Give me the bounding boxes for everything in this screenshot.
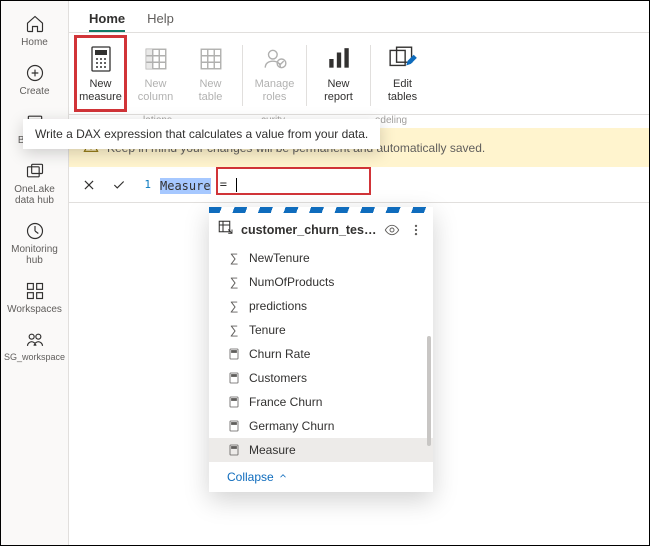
calculator-icon xyxy=(227,419,241,433)
sidebar-item-create[interactable]: Create xyxy=(7,56,63,105)
tooltip: Write a DAX expression that calculates a… xyxy=(23,119,380,149)
table-name: customer_churn_test_... xyxy=(241,223,377,237)
new-table-button: New table xyxy=(183,37,238,114)
sidebar-item-onelake[interactable]: OneLake data hub xyxy=(7,154,63,214)
tab-home[interactable]: Home xyxy=(89,11,125,32)
confirm-formula-button[interactable] xyxy=(107,173,131,197)
formula-input: Measure = xyxy=(159,175,240,193)
ribbon-label: New table xyxy=(199,78,223,103)
edit-tables-button[interactable]: Edit tables xyxy=(375,37,430,114)
line-number: 1 xyxy=(137,178,151,191)
edit-tables-icon xyxy=(387,43,419,75)
onelake-icon xyxy=(24,160,46,182)
calculator-icon xyxy=(227,443,241,457)
fields-card: customer_churn_test_... ∑NewTenure ∑NumO… xyxy=(209,207,433,492)
calculator-icon xyxy=(227,395,241,409)
field-item[interactable]: ∑Tenure xyxy=(209,318,433,342)
plus-circle-icon xyxy=(24,62,46,84)
ribbon-label: Edit tables xyxy=(388,78,417,103)
visibility-icon[interactable] xyxy=(383,221,401,239)
sidebar-label: Workspaces xyxy=(7,304,62,315)
calculator-icon xyxy=(85,43,117,75)
chart-icon xyxy=(323,43,355,75)
tab-help[interactable]: Help xyxy=(147,11,174,32)
ribbon-label: New measure xyxy=(79,78,122,103)
field-item[interactable]: ∑predictions xyxy=(209,294,433,318)
table-icon xyxy=(217,219,235,240)
table-icon xyxy=(195,43,227,75)
field-item[interactable]: ∑NumOfProducts xyxy=(209,270,433,294)
field-item-selected[interactable]: Measure xyxy=(209,438,433,462)
more-icon[interactable] xyxy=(407,221,425,239)
field-item[interactable]: Germany Churn xyxy=(209,414,433,438)
home-icon xyxy=(24,13,46,35)
new-report-button[interactable]: New report xyxy=(311,37,366,114)
ribbon-label: New column xyxy=(138,78,173,103)
workspaces-icon xyxy=(24,280,46,302)
sidebar-item-home[interactable]: Home xyxy=(7,7,63,56)
sidebar-label: Monitoring hub xyxy=(11,244,58,266)
sum-icon: ∑ xyxy=(227,299,241,313)
sidebar-label: Home xyxy=(21,37,48,48)
sum-icon: ∑ xyxy=(227,275,241,289)
sidebar-item-sg-workspace[interactable]: SG_workspace xyxy=(7,323,63,371)
manage-roles-button: Manage roles xyxy=(247,37,302,114)
field-item[interactable]: ∑NewTenure xyxy=(209,246,433,270)
ribbon-label: New report xyxy=(324,78,353,103)
field-list: ∑NewTenure ∑NumOfProducts ∑predictions ∑… xyxy=(209,246,433,462)
ribbon-tabs: Home Help xyxy=(69,1,649,33)
collapse-button[interactable]: Collapse xyxy=(209,462,433,492)
workspace-icon xyxy=(24,329,46,351)
new-column-button: New column xyxy=(128,37,183,114)
scrollbar[interactable] xyxy=(427,336,431,446)
field-item[interactable]: Customers xyxy=(209,366,433,390)
left-sidebar: Home Create Browse OneLake data hub Moni… xyxy=(1,1,69,545)
calculator-icon xyxy=(227,347,241,361)
ribbon-label: Manage roles xyxy=(255,78,295,103)
ribbon: New measure New column New table Manage … xyxy=(69,33,649,115)
sum-icon: ∑ xyxy=(227,251,241,265)
main-area: Home Help New measure New column New tab… xyxy=(69,1,649,545)
monitoring-icon xyxy=(24,220,46,242)
calculator-icon xyxy=(227,371,241,385)
field-item[interactable]: France Churn xyxy=(209,390,433,414)
sidebar-item-monitoring[interactable]: Monitoring hub xyxy=(7,214,63,274)
formula-input-wrap[interactable]: Measure Measure = xyxy=(157,176,242,193)
cancel-formula-button[interactable] xyxy=(77,173,101,197)
sum-icon: ∑ xyxy=(227,323,241,337)
sidebar-label: OneLake data hub xyxy=(14,184,55,206)
chevron-up-icon xyxy=(278,470,288,484)
new-measure-button[interactable]: New measure xyxy=(73,37,128,114)
sidebar-item-workspaces[interactable]: Workspaces xyxy=(7,274,63,323)
field-item[interactable]: Churn Rate xyxy=(209,342,433,366)
sidebar-label: Create xyxy=(19,86,49,97)
column-icon xyxy=(140,43,172,75)
sidebar-label: SG_workspace xyxy=(4,353,65,363)
formula-bar: 1 Measure Measure = xyxy=(69,167,649,203)
roles-icon xyxy=(259,43,291,75)
